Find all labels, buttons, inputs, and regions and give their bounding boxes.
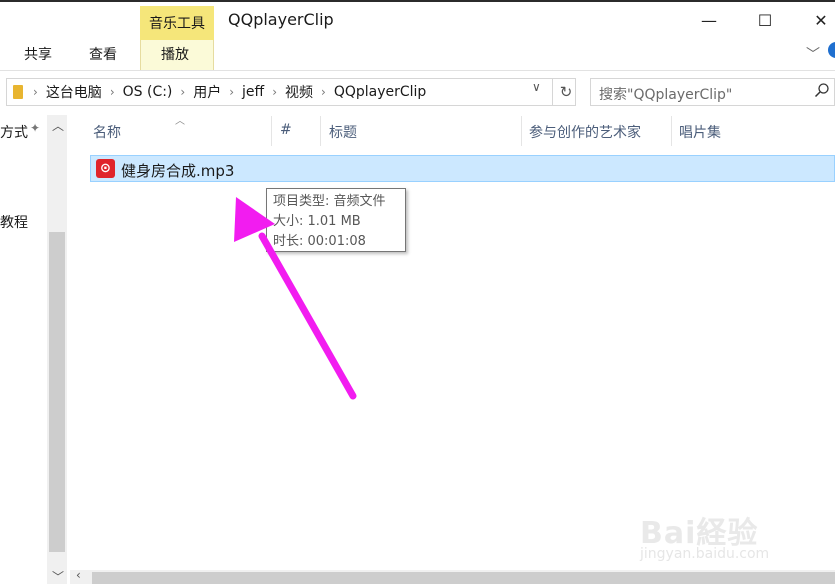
scroll-left-icon[interactable]: ‹ (76, 568, 81, 582)
baidu-watermark-url: jingyan.baidu.com (640, 546, 770, 562)
horizontal-scroll-thumb[interactable] (92, 572, 835, 584)
annotation-arrow (234, 197, 357, 400)
arrow-shaft (258, 232, 357, 400)
arrow-head (234, 197, 275, 242)
